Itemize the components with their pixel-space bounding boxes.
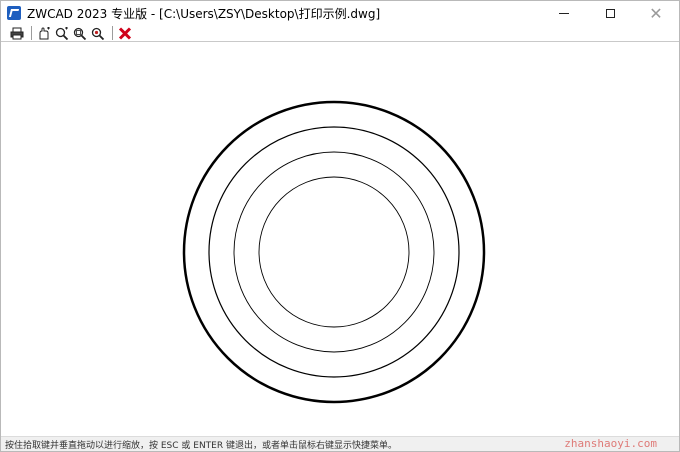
close-window-button[interactable]: ✕ — [633, 1, 679, 25]
zoom-realtime-button[interactable] — [54, 26, 70, 41]
minimize-icon — [559, 12, 569, 14]
zoom-extents-button[interactable] — [90, 26, 106, 41]
close-preview-button[interactable] — [117, 26, 133, 41]
minimize-button[interactable] — [541, 1, 587, 25]
second-circle — [208, 126, 460, 378]
close-icon: ✕ — [649, 3, 663, 23]
printer-icon — [10, 27, 24, 39]
window-title: ZWCAD 2023 专业版 - [C:\Users\ZSY\Desktop\打… — [27, 6, 381, 21]
zoom-extents-icon — [91, 27, 105, 40]
pan-icon — [39, 26, 50, 39]
zoom-realtime-icon — [55, 26, 69, 40]
zoom-window-button[interactable] — [72, 26, 88, 41]
outer-circle — [182, 100, 486, 404]
drawing-canvas[interactable] — [1, 42, 679, 436]
toolbar-separator — [112, 26, 113, 40]
window-controls: ✕ — [541, 1, 679, 25]
third-circle — [233, 151, 435, 353]
watermark-text: zhanshaoyi.com — [564, 437, 657, 450]
zwcad-app-icon — [7, 6, 21, 20]
drawing-svg — [182, 100, 486, 404]
zoom-window-icon — [73, 27, 87, 40]
inner-circle — [258, 176, 410, 328]
pan-button[interactable] — [36, 26, 52, 41]
close-preview-icon — [118, 26, 132, 40]
title-bar[interactable]: ZWCAD 2023 专业版 - [C:\Users\ZSY\Desktop\打… — [1, 1, 679, 25]
preview-window: ZWCAD 2023 专业版 - [C:\Users\ZSY\Desktop\打… — [0, 0, 680, 452]
maximize-icon — [605, 8, 615, 18]
print-button[interactable] — [9, 26, 25, 41]
maximize-button[interactable] — [587, 1, 633, 25]
status-text: 按住拾取键并垂直拖动以进行缩放，按 ESC 或 ENTER 键退出，或者单击鼠标… — [5, 440, 397, 451]
toolbar-separator — [31, 26, 32, 40]
preview-toolbar — [1, 25, 679, 42]
